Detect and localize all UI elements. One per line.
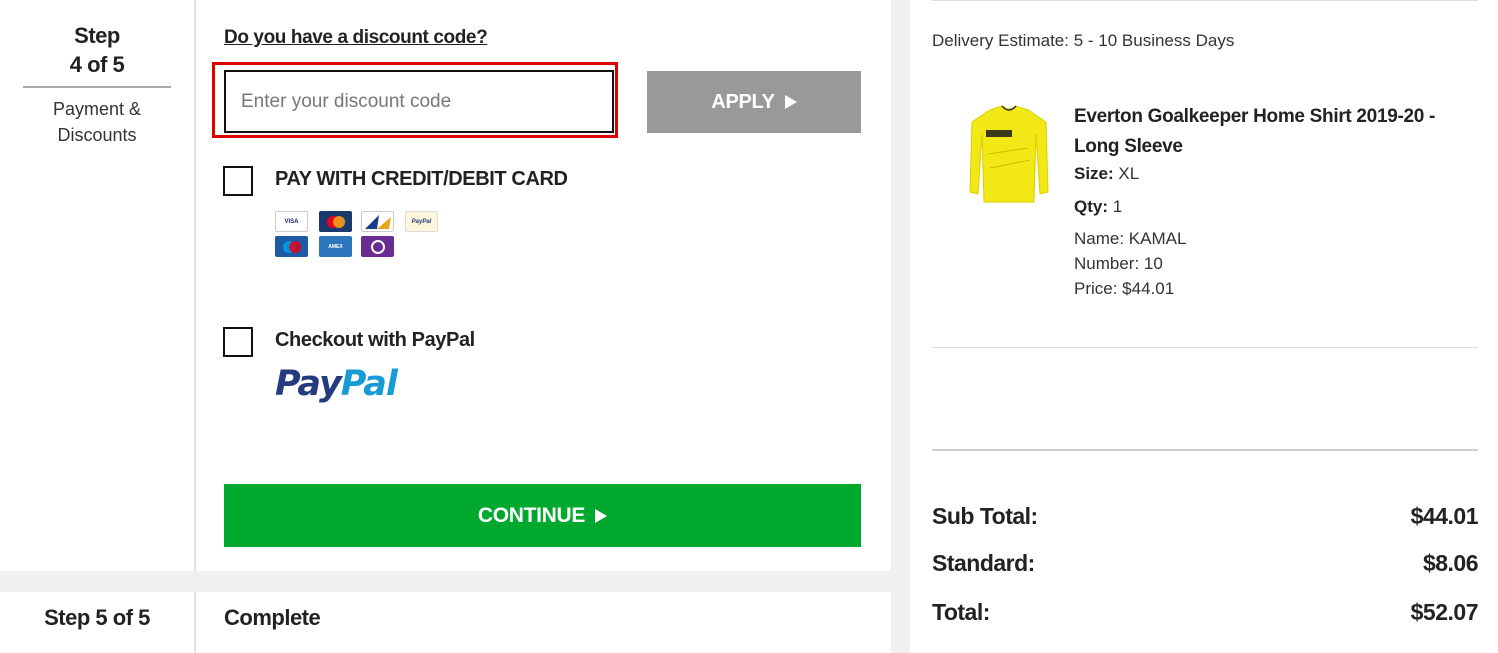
- summary-top-divider: [932, 0, 1478, 1]
- summary-totals-divider: [932, 449, 1478, 451]
- product-qty-value: 1: [1112, 197, 1123, 216]
- mastercard-card-icon: [319, 211, 352, 232]
- product-qty-label: Qty:: [1074, 197, 1108, 216]
- product-number-line: Number: 10: [1074, 254, 1163, 273]
- paypal-card-icon: PayPal: [405, 211, 438, 232]
- card-payment-label[interactable]: PAY WITH CREDIT/DEBIT CARD: [275, 168, 568, 191]
- step4-subtitle-line2: Discounts: [57, 125, 137, 145]
- paypal-logo-part1: Pay: [275, 364, 342, 404]
- paypal-logo: PayPal: [275, 364, 398, 404]
- mastercard-circles-icon: [326, 215, 345, 228]
- subtotal-label: Sub Total:: [932, 503, 1038, 529]
- solo-card-icon: [361, 236, 394, 257]
- step4-subtitle: Payment & Discounts: [0, 96, 194, 148]
- product-image: [969, 105, 1049, 203]
- maestro-circles-icon: [282, 240, 301, 253]
- maestro-card-icon: [275, 236, 308, 257]
- discount-code-input[interactable]: [224, 70, 614, 133]
- delta-logo-icon: [364, 214, 391, 229]
- step5-panel: Step 5 of 5 Complete: [0, 592, 891, 653]
- discount-code-link[interactable]: Do you have a discount code?: [224, 27, 488, 49]
- play-arrow-icon: [784, 95, 797, 109]
- product-size-value: XL: [1118, 164, 1140, 183]
- delivery-estimate: Delivery Estimate: 5 - 10 Business Days: [932, 31, 1235, 50]
- summary-mid-divider: [932, 347, 1478, 348]
- product-qty: Qty: 1: [1074, 197, 1122, 217]
- product-name-line: Name: KAMAL: [1074, 229, 1187, 248]
- paypal-checkbox[interactable]: [223, 327, 253, 357]
- step4-subtitle-line1: Payment &: [52, 99, 142, 119]
- continue-button[interactable]: CONTINUE: [224, 484, 861, 547]
- step5-column-divider: [194, 592, 196, 653]
- subtotal-value: $44.01: [1410, 503, 1479, 529]
- step4-panel: Step 4 of 5 Payment & Discounts Do you h…: [0, 0, 891, 571]
- product-size-label: Size:: [1074, 164, 1114, 183]
- step4-title-line1: Step: [74, 23, 120, 48]
- product-size: Size: XL: [1074, 164, 1139, 184]
- product-title: Everton Goalkeeper Home Shirt 2019-20 - …: [1074, 106, 1436, 157]
- step4-title-line2: 4 of 5: [69, 52, 125, 77]
- total-value: $52.07: [1410, 599, 1479, 625]
- visa-card-icon: VISA: [275, 211, 308, 232]
- paypal-logo-part2: Pal: [340, 364, 398, 404]
- card-payment-checkbox[interactable]: [223, 166, 253, 196]
- amex-card-icon: AMEX: [319, 236, 352, 257]
- shipping-label: Standard:: [932, 550, 1035, 576]
- delta-card-icon: [361, 211, 394, 232]
- total-label: Total:: [932, 599, 990, 625]
- step-underline: [23, 86, 171, 88]
- apply-button[interactable]: APPLY: [647, 71, 861, 133]
- paypal-option-label[interactable]: Checkout with PayPal: [275, 329, 475, 352]
- play-arrow-icon: [595, 508, 608, 523]
- step-column-divider: [194, 0, 196, 571]
- product-price-line: Price: $44.01: [1074, 279, 1175, 298]
- continue-button-label: CONTINUE: [477, 503, 586, 527]
- step5-title: Step 5 of 5: [44, 605, 150, 630]
- solo-logo-icon: [370, 239, 385, 254]
- apply-button-label: APPLY: [711, 90, 775, 113]
- shipping-value: $8.06: [1422, 550, 1479, 576]
- step5-label: Complete: [224, 605, 321, 630]
